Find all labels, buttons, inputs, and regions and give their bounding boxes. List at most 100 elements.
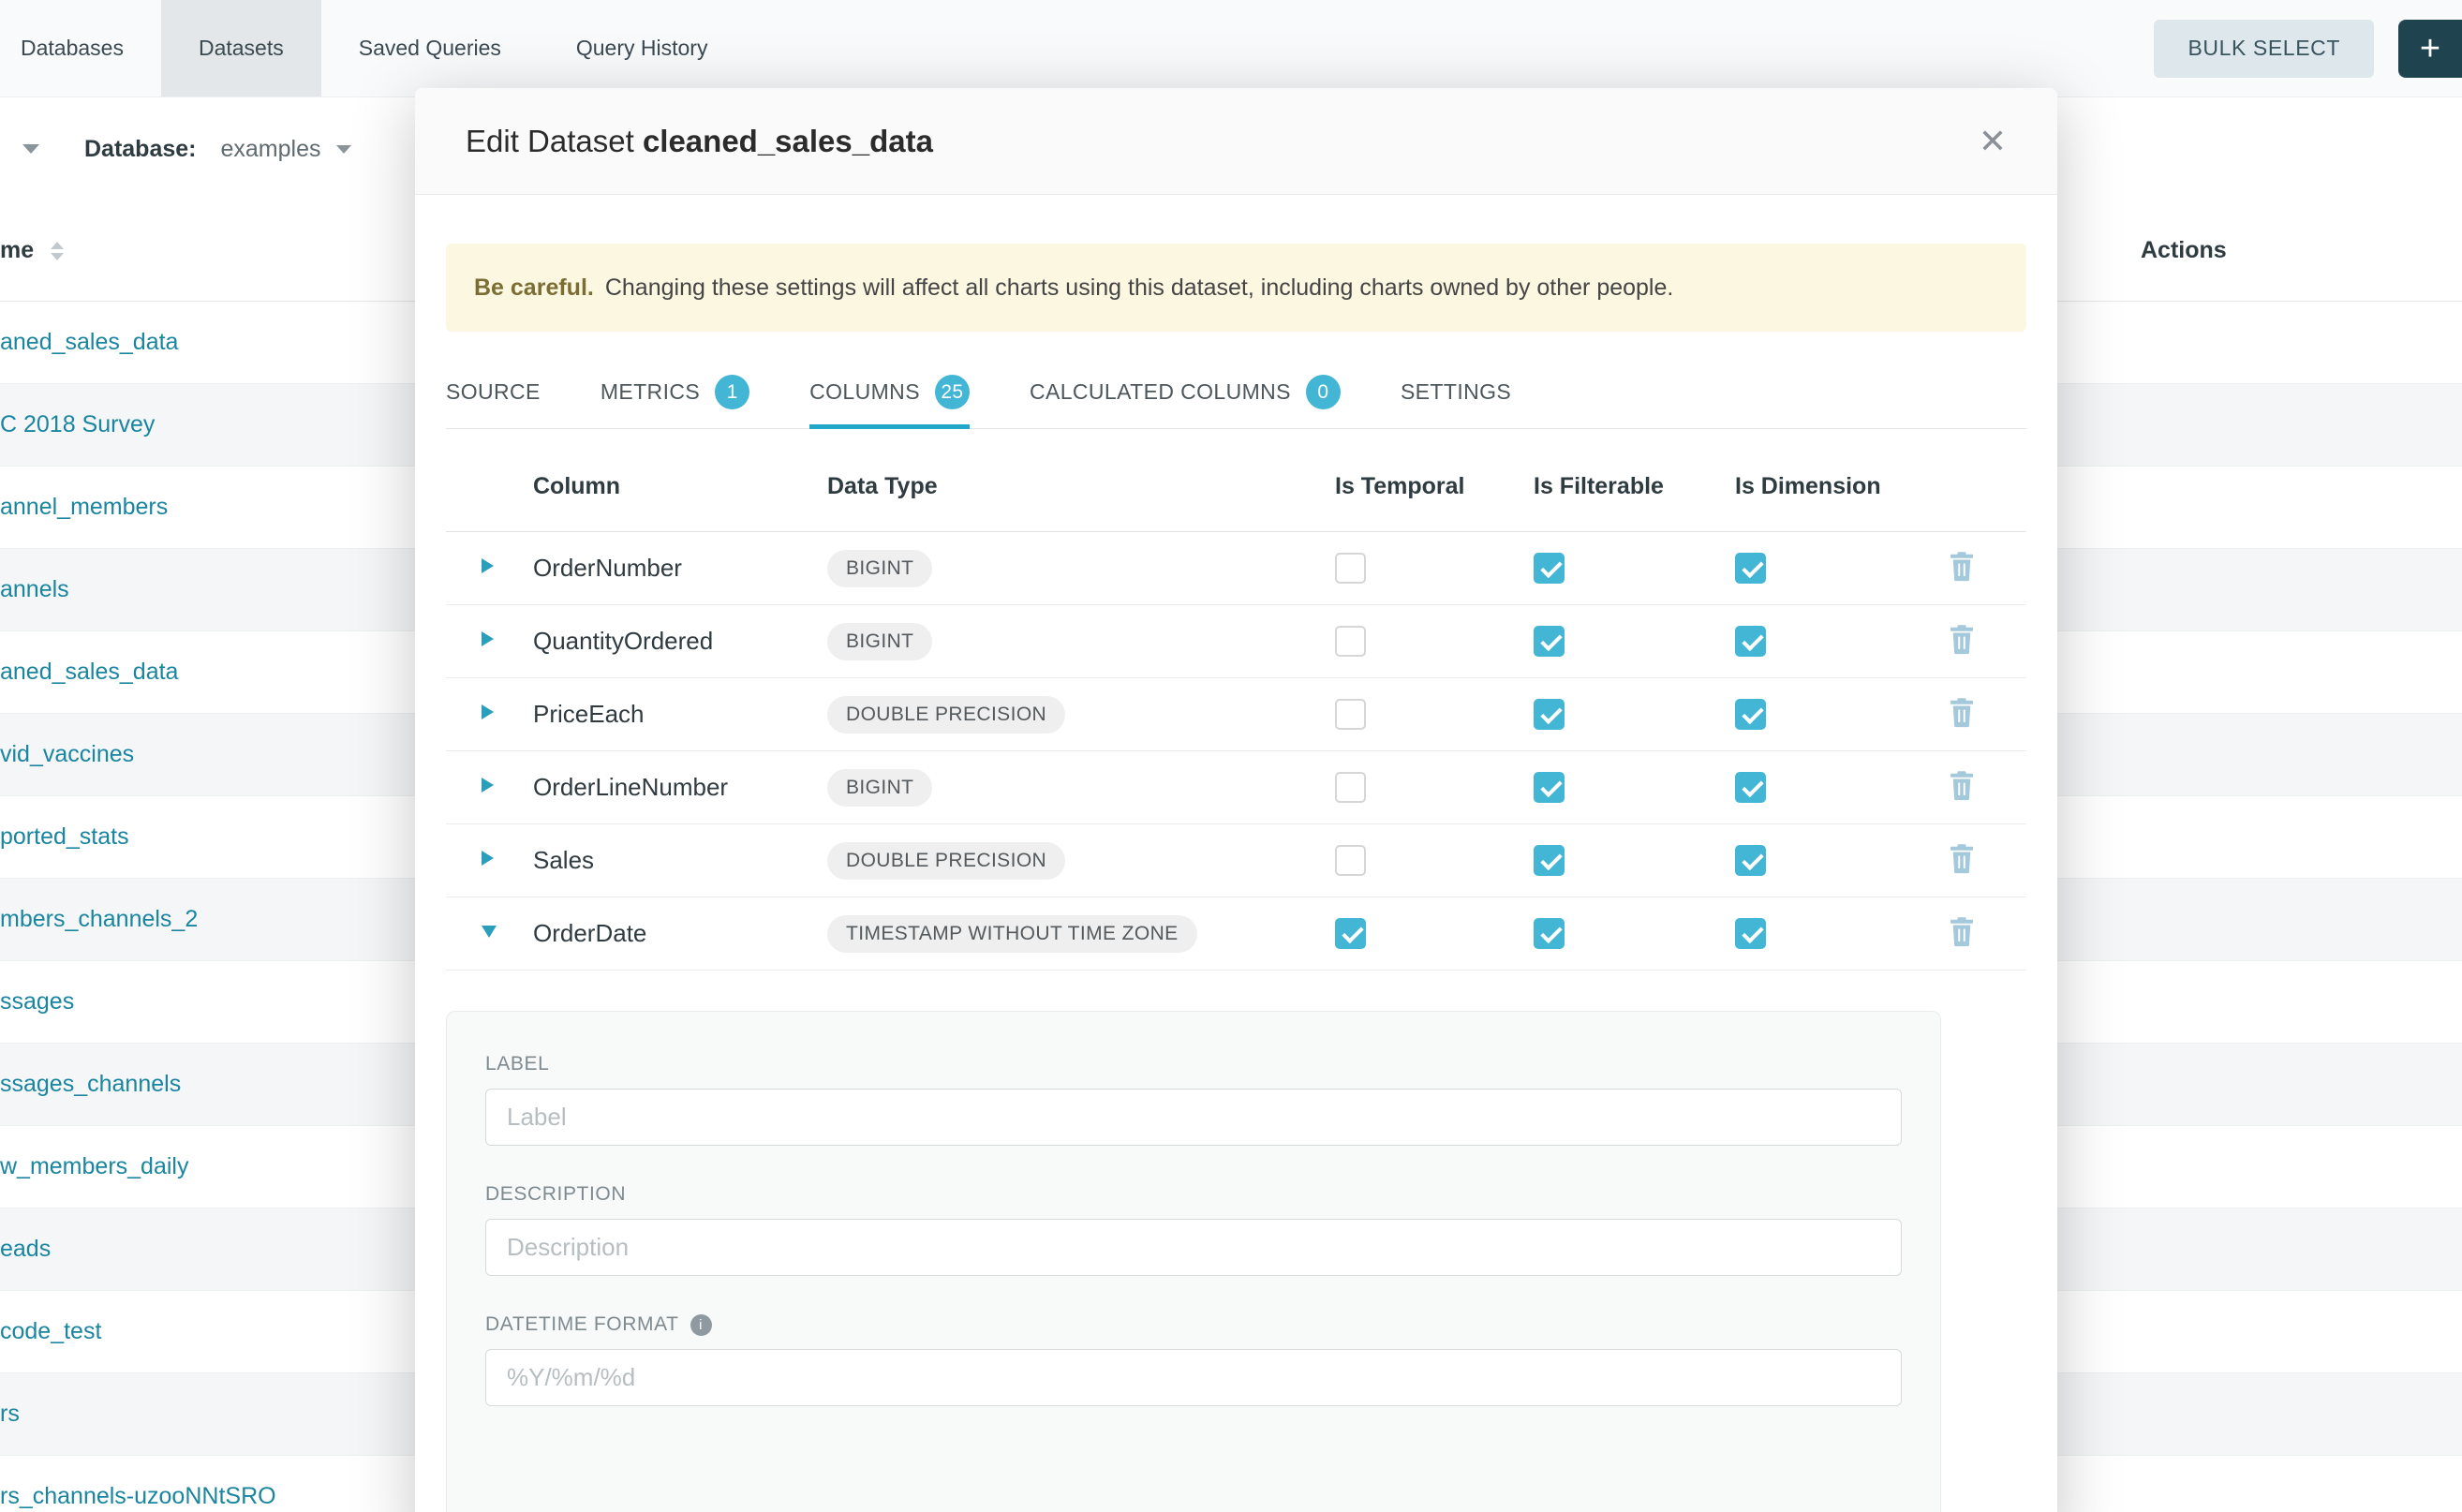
label-input[interactable] <box>485 1089 1902 1146</box>
tab-settings[interactable]: SETTINGS <box>1401 375 1511 428</box>
column-name: QuantityOrdered <box>533 627 827 656</box>
data-type-pill: BIGINT <box>827 550 932 587</box>
nav-item-datasets[interactable]: Datasets <box>161 0 321 96</box>
warning-bold-text: Be careful. <box>474 274 594 302</box>
is-dimension-checkbox[interactable] <box>1735 918 1766 949</box>
dataset-name-link[interactable]: eads <box>0 1236 51 1263</box>
sort-icon[interactable] <box>51 242 64 260</box>
add-button[interactable]: + <box>2398 20 2462 78</box>
trash-cell <box>1936 770 2026 806</box>
modal-title-dataset-name: cleaned_sales_data <box>643 124 933 158</box>
is-filterable-checkbox[interactable] <box>1534 845 1565 876</box>
tab-source[interactable]: SOURCE <box>446 375 541 428</box>
dataset-name-link[interactable]: C 2018 Survey <box>0 411 155 438</box>
caret-cell <box>446 926 533 942</box>
bulk-select-button[interactable]: BULK SELECT <box>2154 20 2374 78</box>
info-icon[interactable] <box>690 1314 712 1336</box>
is-temporal-checkbox[interactable] <box>1335 553 1366 584</box>
column-header-is-temporal: Is Temporal <box>1335 473 1534 500</box>
datetime-format-input[interactable] <box>485 1349 1902 1406</box>
column-detail-panel: LABEL DESCRIPTION DATETIME FORMAT <box>446 1011 1941 1512</box>
label-field-label-text: LABEL <box>485 1053 549 1075</box>
dataset-name-link[interactable]: annel_members <box>0 494 168 521</box>
dataset-name-link[interactable]: ssages <box>0 988 74 1015</box>
is-temporal-checkbox-cell <box>1335 553 1534 584</box>
is-temporal-checkbox[interactable] <box>1335 699 1366 730</box>
tab-label: COLUMNS <box>809 379 920 405</box>
chevron-down-icon[interactable] <box>22 144 39 154</box>
trash-cell <box>1936 843 2026 879</box>
dataset-name-link[interactable]: ported_stats <box>0 823 129 851</box>
tab-columns[interactable]: COLUMNS25 <box>809 375 970 428</box>
expand-caret-icon[interactable] <box>482 631 494 646</box>
delete-column-icon[interactable] <box>1948 551 1976 582</box>
columns-table: OrderNumberBIGINTQuantityOrderedBIGINTPr… <box>446 532 2026 971</box>
nav-item-query-history[interactable]: Query History <box>539 0 746 96</box>
is-dimension-checkbox[interactable] <box>1735 553 1766 584</box>
dataset-name-link[interactable]: w_members_daily <box>0 1153 188 1180</box>
is-filterable-checkbox[interactable] <box>1534 626 1565 657</box>
nav-item-databases[interactable]: Databases <box>0 0 161 96</box>
expand-caret-icon[interactable] <box>482 704 494 719</box>
tab-metrics[interactable]: METRICS1 <box>601 375 749 428</box>
dataset-name-link[interactable]: vid_vaccines <box>0 741 134 768</box>
is-temporal-checkbox[interactable] <box>1335 626 1366 657</box>
modal-body: Be careful. Changing these settings will… <box>415 244 2057 1512</box>
close-icon[interactable]: ✕ <box>1979 125 2007 158</box>
is-filterable-checkbox[interactable] <box>1534 553 1565 584</box>
column-row: QuantityOrderedBIGINT <box>446 605 2026 678</box>
collapse-caret-icon[interactable] <box>482 926 497 938</box>
delete-column-icon[interactable] <box>1948 916 1976 947</box>
is-filterable-checkbox[interactable] <box>1534 699 1565 730</box>
is-filterable-checkbox-cell <box>1534 553 1735 584</box>
is-dimension-checkbox[interactable] <box>1735 699 1766 730</box>
delete-column-icon[interactable] <box>1948 770 1976 801</box>
column-name: OrderNumber <box>533 554 827 583</box>
is-dimension-checkbox-cell <box>1735 918 1936 949</box>
caret-cell <box>446 558 533 578</box>
description-field-label: DESCRIPTION <box>485 1183 1902 1206</box>
tab-count-badge: 0 <box>1306 375 1341 409</box>
is-dimension-checkbox[interactable] <box>1735 626 1766 657</box>
tab-calculated-columns[interactable]: CALCULATED COLUMNS0 <box>1030 375 1341 428</box>
expand-caret-icon[interactable] <box>482 778 494 793</box>
column-row: OrderDateTIMESTAMP WITHOUT TIME ZONE <box>446 897 2026 971</box>
database-filter-select[interactable]: examples <box>221 136 351 163</box>
description-input[interactable] <box>485 1219 1902 1276</box>
warning-text: Changing these settings will affect all … <box>605 274 1674 302</box>
column-name: OrderLineNumber <box>533 773 827 802</box>
dataset-name-link[interactable]: ssages_channels <box>0 1071 181 1098</box>
name-column-header[interactable]: me <box>0 237 34 264</box>
is-filterable-checkbox[interactable] <box>1534 772 1565 803</box>
column-header-column: Column <box>533 473 827 500</box>
expand-caret-icon[interactable] <box>482 558 494 573</box>
dataset-name-link[interactable]: aned_sales_data <box>0 329 178 356</box>
chevron-down-icon <box>336 145 351 154</box>
is-temporal-checkbox[interactable] <box>1335 918 1366 949</box>
column-row: SalesDOUBLE PRECISION <box>446 824 2026 897</box>
delete-column-icon[interactable] <box>1948 697 1976 728</box>
is-temporal-checkbox[interactable] <box>1335 845 1366 876</box>
dataset-name-link[interactable]: rs <box>0 1401 20 1428</box>
is-dimension-checkbox[interactable] <box>1735 772 1766 803</box>
is-dimension-checkbox-cell <box>1735 772 1936 803</box>
delete-column-icon[interactable] <box>1948 843 1976 874</box>
dataset-name-link[interactable]: code_test <box>0 1318 101 1345</box>
dataset-name-link[interactable]: rs_channels-uzooNNtSRO <box>0 1483 276 1510</box>
column-row: OrderLineNumberBIGINT <box>446 751 2026 824</box>
top-navbar: DatabasesDatasetsSaved QueriesQuery Hist… <box>0 0 2462 97</box>
is-dimension-checkbox[interactable] <box>1735 845 1766 876</box>
delete-column-icon[interactable] <box>1948 624 1976 655</box>
dataset-name-link[interactable]: aned_sales_data <box>0 659 178 686</box>
is-filterable-checkbox-cell <box>1534 626 1735 657</box>
is-filterable-checkbox[interactable] <box>1534 918 1565 949</box>
modal-header: Edit Dataset cleaned_sales_data ✕ <box>415 88 2057 195</box>
caret-cell <box>446 778 533 797</box>
expand-caret-icon[interactable] <box>482 851 494 866</box>
dataset-name-link[interactable]: annels <box>0 576 69 603</box>
nav-item-saved-queries[interactable]: Saved Queries <box>321 0 539 96</box>
caret-cell <box>446 851 533 870</box>
caret-cell <box>446 704 533 724</box>
dataset-name-link[interactable]: mbers_channels_2 <box>0 906 198 933</box>
is-temporal-checkbox[interactable] <box>1335 772 1366 803</box>
